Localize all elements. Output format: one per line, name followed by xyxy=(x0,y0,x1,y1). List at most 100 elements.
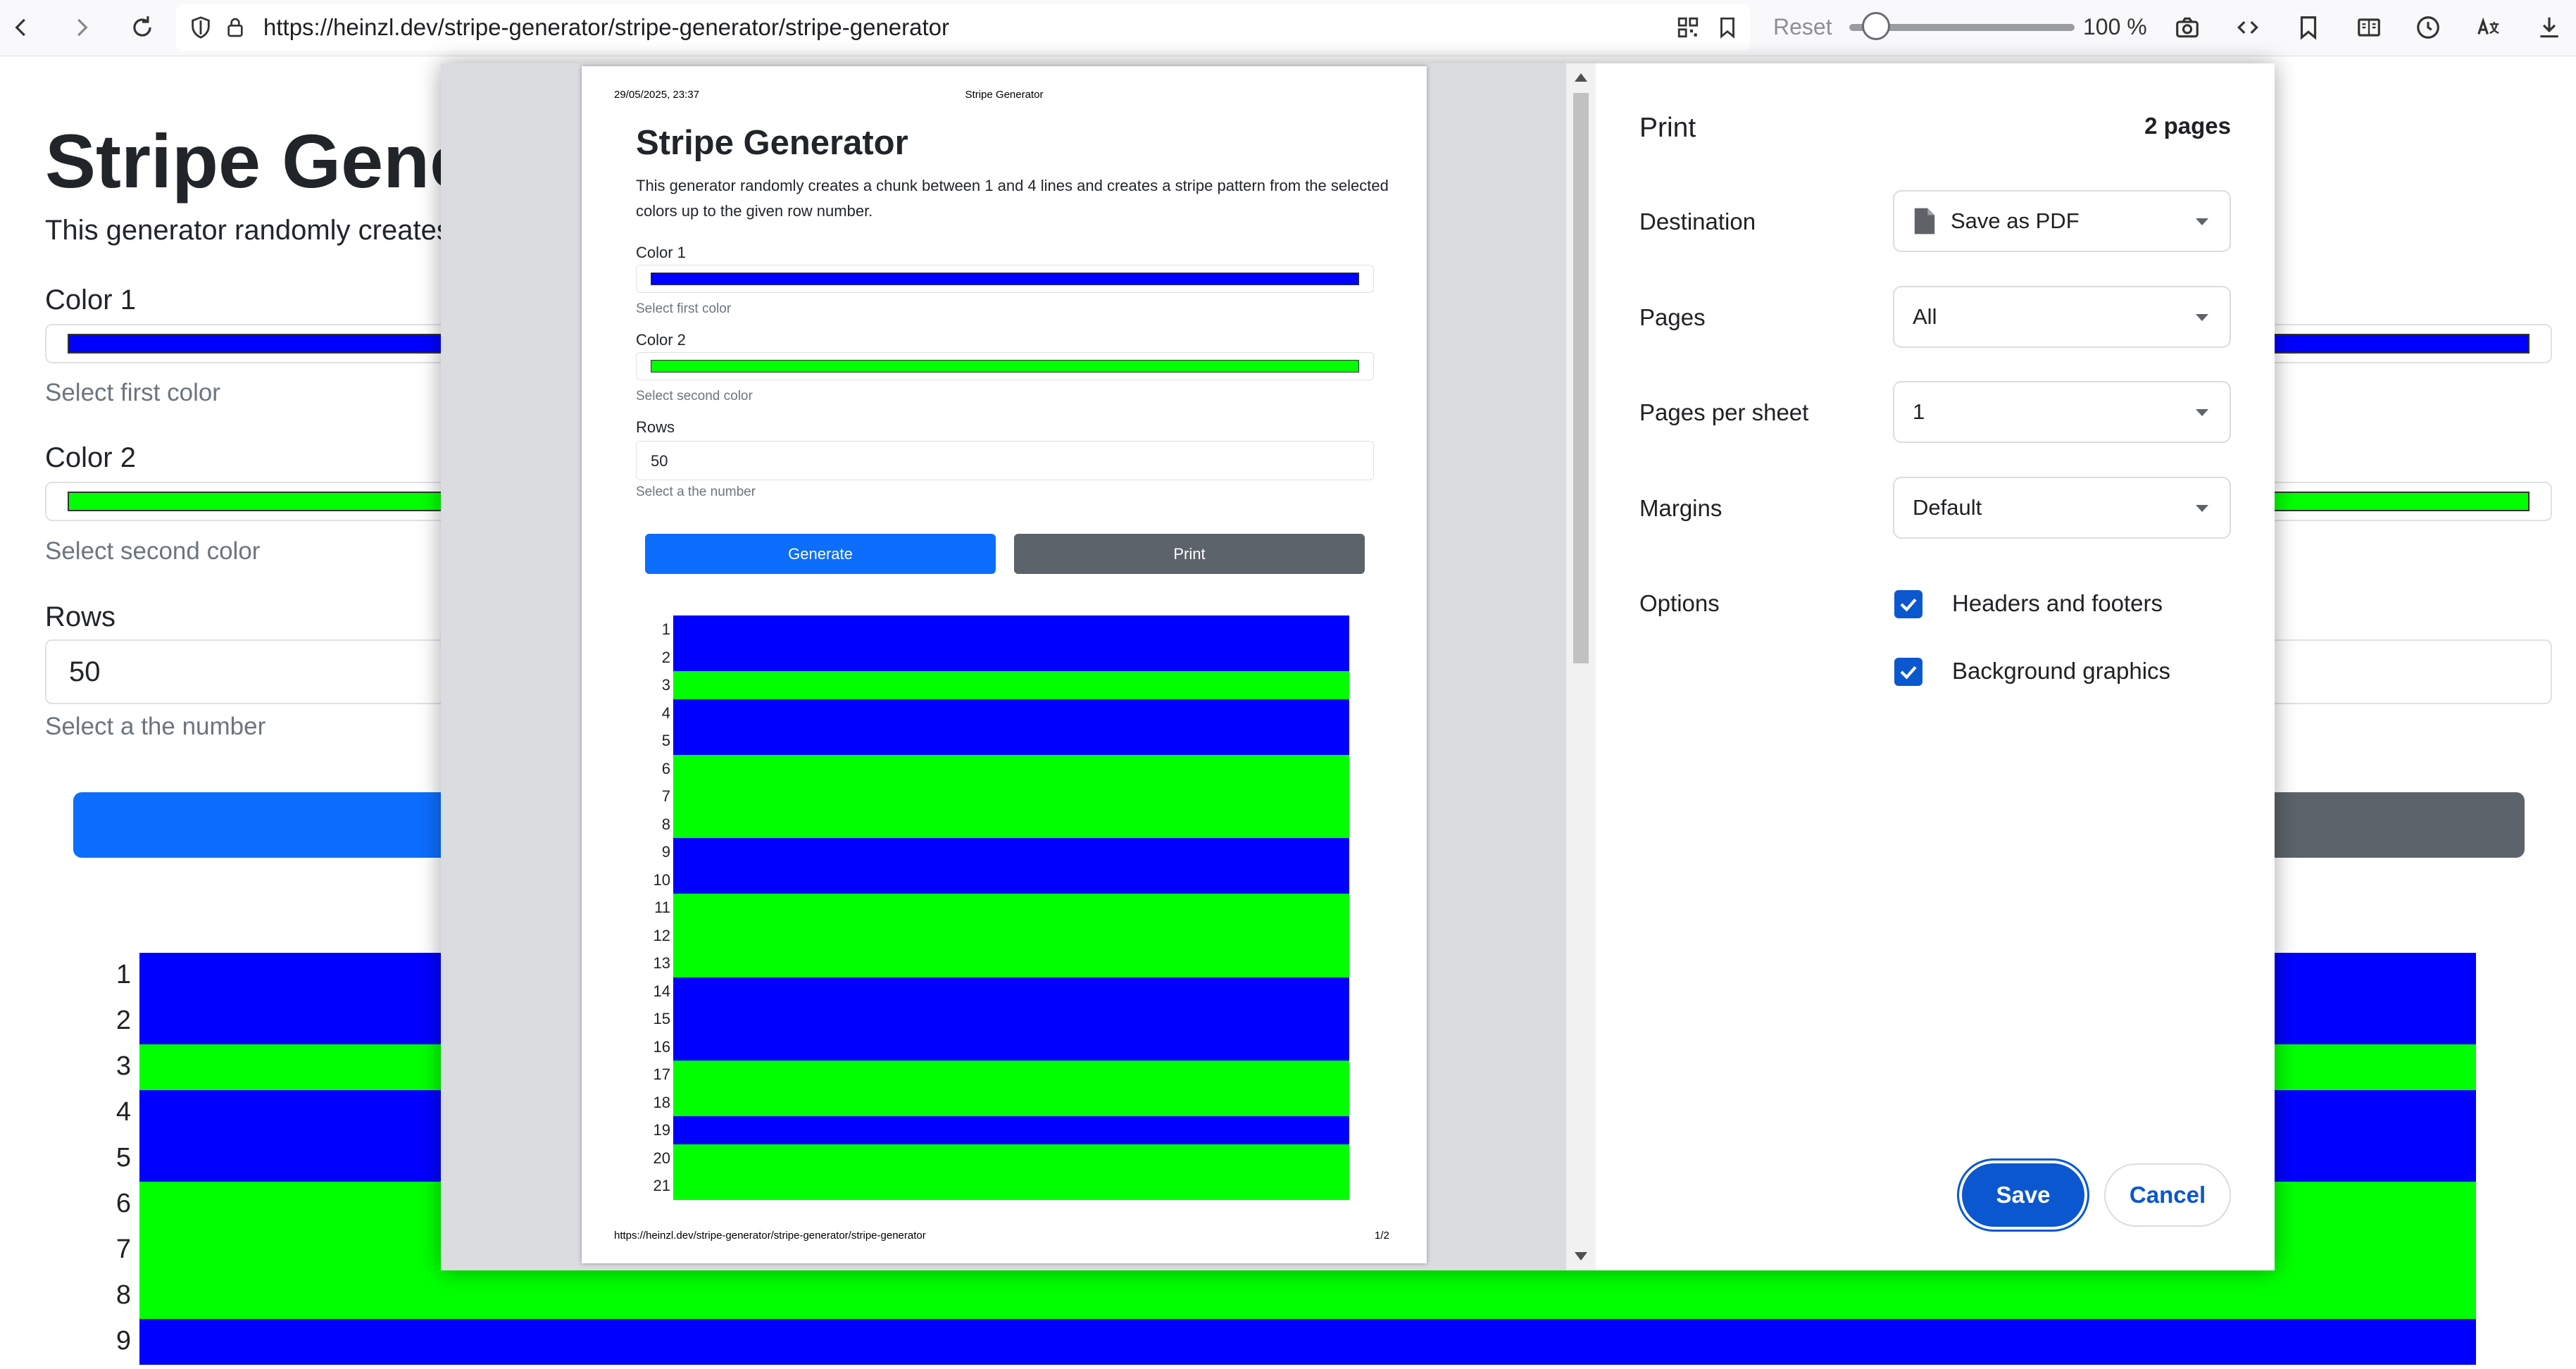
preview-color2-swatch xyxy=(651,360,1359,373)
stripe-row-number: 2 xyxy=(115,1006,131,1035)
stripe-row-number: 8 xyxy=(115,1280,131,1310)
pages-value: All xyxy=(1913,304,1937,329)
stripe-row xyxy=(139,1319,2476,1365)
preview-color1-picker xyxy=(636,265,1374,293)
stripe-row-number: 5 xyxy=(661,732,670,749)
margins-select[interactable]: Default xyxy=(1893,477,2231,539)
chevron-down-icon xyxy=(2196,218,2208,225)
reload-button[interactable] xyxy=(125,11,159,44)
save-button[interactable]: Save xyxy=(1962,1163,2084,1227)
shield-icon xyxy=(192,16,210,39)
stripe-row-number: 17 xyxy=(653,1065,670,1083)
scroll-thumb[interactable] xyxy=(1573,93,1589,663)
bookmarks-button[interactable] xyxy=(2291,11,2325,44)
devtools-button[interactable] xyxy=(2231,11,2265,44)
stripe-row-number: 4 xyxy=(661,704,670,722)
stripe-row-number: 2 xyxy=(661,648,670,666)
preview-print-button: Print xyxy=(1014,534,1365,574)
background-graphics-label[interactable]: Background graphics xyxy=(1952,658,2170,684)
scroll-down-arrow-icon[interactable] xyxy=(1575,1252,1587,1261)
preview-footer-page: 1/2 xyxy=(1375,1230,1389,1242)
bookmark-icon[interactable] xyxy=(1715,14,1739,41)
print-preview: 29/05/2025, 23:37 Stripe Generator Strip… xyxy=(441,63,1596,1270)
stripe-row xyxy=(673,1061,1349,1089)
download-icon xyxy=(2540,17,2558,38)
preview-rows-input: 50 xyxy=(636,441,1374,480)
stripe-row-number: 15 xyxy=(653,1010,670,1027)
headers-footers-label[interactable]: Headers and footers xyxy=(1952,590,2163,617)
preview-scrollbar[interactable] xyxy=(1566,63,1596,1270)
margins-label: Margins xyxy=(1639,495,1722,521)
pages-label: Pages xyxy=(1639,304,1706,330)
stripe-row-number: 9 xyxy=(115,1326,131,1356)
qr-code-icon[interactable] xyxy=(1676,15,1700,39)
cancel-button[interactable]: Cancel xyxy=(2104,1163,2231,1227)
stripe-row xyxy=(673,1144,1349,1172)
stripe-row-number: 19 xyxy=(653,1121,670,1139)
pages-per-sheet-label: Pages per sheet xyxy=(1639,399,1809,425)
preview-rows-help: Select a the number xyxy=(636,485,756,499)
lock-icon xyxy=(227,18,243,37)
camera-icon xyxy=(2176,17,2199,38)
stripe-row xyxy=(673,727,1349,755)
stripe-row-number: 13 xyxy=(653,954,670,972)
stripe-row xyxy=(673,1005,1349,1033)
rows-help: Select a the number xyxy=(45,713,266,740)
stripe-row xyxy=(673,754,1349,782)
stripe-row xyxy=(673,921,1349,949)
stripe-row xyxy=(139,1273,2476,1319)
rows-label: Rows xyxy=(45,601,116,632)
forward-icon xyxy=(77,18,88,37)
downloads-button[interactable] xyxy=(2532,11,2566,44)
stripe-row-number: 4 xyxy=(115,1097,131,1127)
pages-select[interactable]: All xyxy=(1893,286,2231,348)
reader-view-button[interactable] xyxy=(2352,11,2386,44)
translate-icon xyxy=(2477,17,2499,35)
preview-footer-url: https://heinzl.dev/stripe-generator/stri… xyxy=(614,1230,926,1242)
file-icon xyxy=(1914,208,1935,235)
pages-per-sheet-select[interactable]: 1 xyxy=(1893,381,2231,443)
background-graphics-checkbox[interactable] xyxy=(1894,658,1922,686)
reload-icon xyxy=(133,16,151,37)
stripe-row xyxy=(673,838,1349,866)
stripe-row-number: 12 xyxy=(653,926,670,944)
stripe-row-number: 6 xyxy=(115,1189,131,1218)
preview-color2-picker xyxy=(636,352,1374,380)
browser-toolbar: https://heinzl.dev/stripe-generator/stri… xyxy=(0,0,2576,56)
options-label: Options xyxy=(1639,590,1720,616)
stripe-row xyxy=(673,671,1349,699)
stripe-row xyxy=(673,949,1349,977)
url-text: https://heinzl.dev/stripe-generator/stri… xyxy=(263,14,949,40)
preview-title: Stripe Generator xyxy=(636,124,908,162)
stripe-row-number: 11 xyxy=(654,899,670,916)
stripe-row-number: 1 xyxy=(661,620,670,638)
history-button[interactable] xyxy=(2411,11,2445,44)
clock-icon xyxy=(2417,16,2439,39)
stripe-row xyxy=(673,699,1349,727)
stripe-row-number: 9 xyxy=(661,843,670,861)
screenshot-button[interactable] xyxy=(2170,11,2204,44)
chevron-down-icon xyxy=(2196,314,2208,321)
address-bar[interactable]: https://heinzl.dev/stripe-generator/stri… xyxy=(176,4,1750,51)
headers-footers-checkbox[interactable] xyxy=(1894,590,1922,618)
zoom-slider-knob[interactable] xyxy=(1862,12,1891,40)
stripe-row-number: 21 xyxy=(653,1177,670,1194)
color2-help: Select second color xyxy=(45,537,261,565)
forward-button[interactable] xyxy=(65,11,99,44)
stripe-row-number: 1 xyxy=(115,960,131,989)
checkmark-icon xyxy=(1900,665,1917,680)
translate-button[interactable] xyxy=(2472,11,2506,44)
back-button[interactable] xyxy=(4,11,38,44)
color1-label: Color 1 xyxy=(45,285,136,315)
scroll-up-arrow-icon[interactable] xyxy=(1575,73,1587,82)
margins-value: Default xyxy=(1913,495,1982,520)
preview-rows-label: Rows xyxy=(636,418,675,436)
zoom-reset-button[interactable]: Reset xyxy=(1773,14,1832,40)
stripe-row xyxy=(673,1116,1349,1144)
preview-description: This generator randomly creates a chunk … xyxy=(636,177,1389,220)
preview-page: 29/05/2025, 23:37 Stripe Generator Strip… xyxy=(582,66,1427,1263)
destination-select[interactable]: Save as PDF xyxy=(1893,190,2231,252)
checkmark-icon xyxy=(1900,598,1917,612)
bookmark-icon xyxy=(2300,16,2317,40)
stripe-row xyxy=(673,1172,1349,1200)
